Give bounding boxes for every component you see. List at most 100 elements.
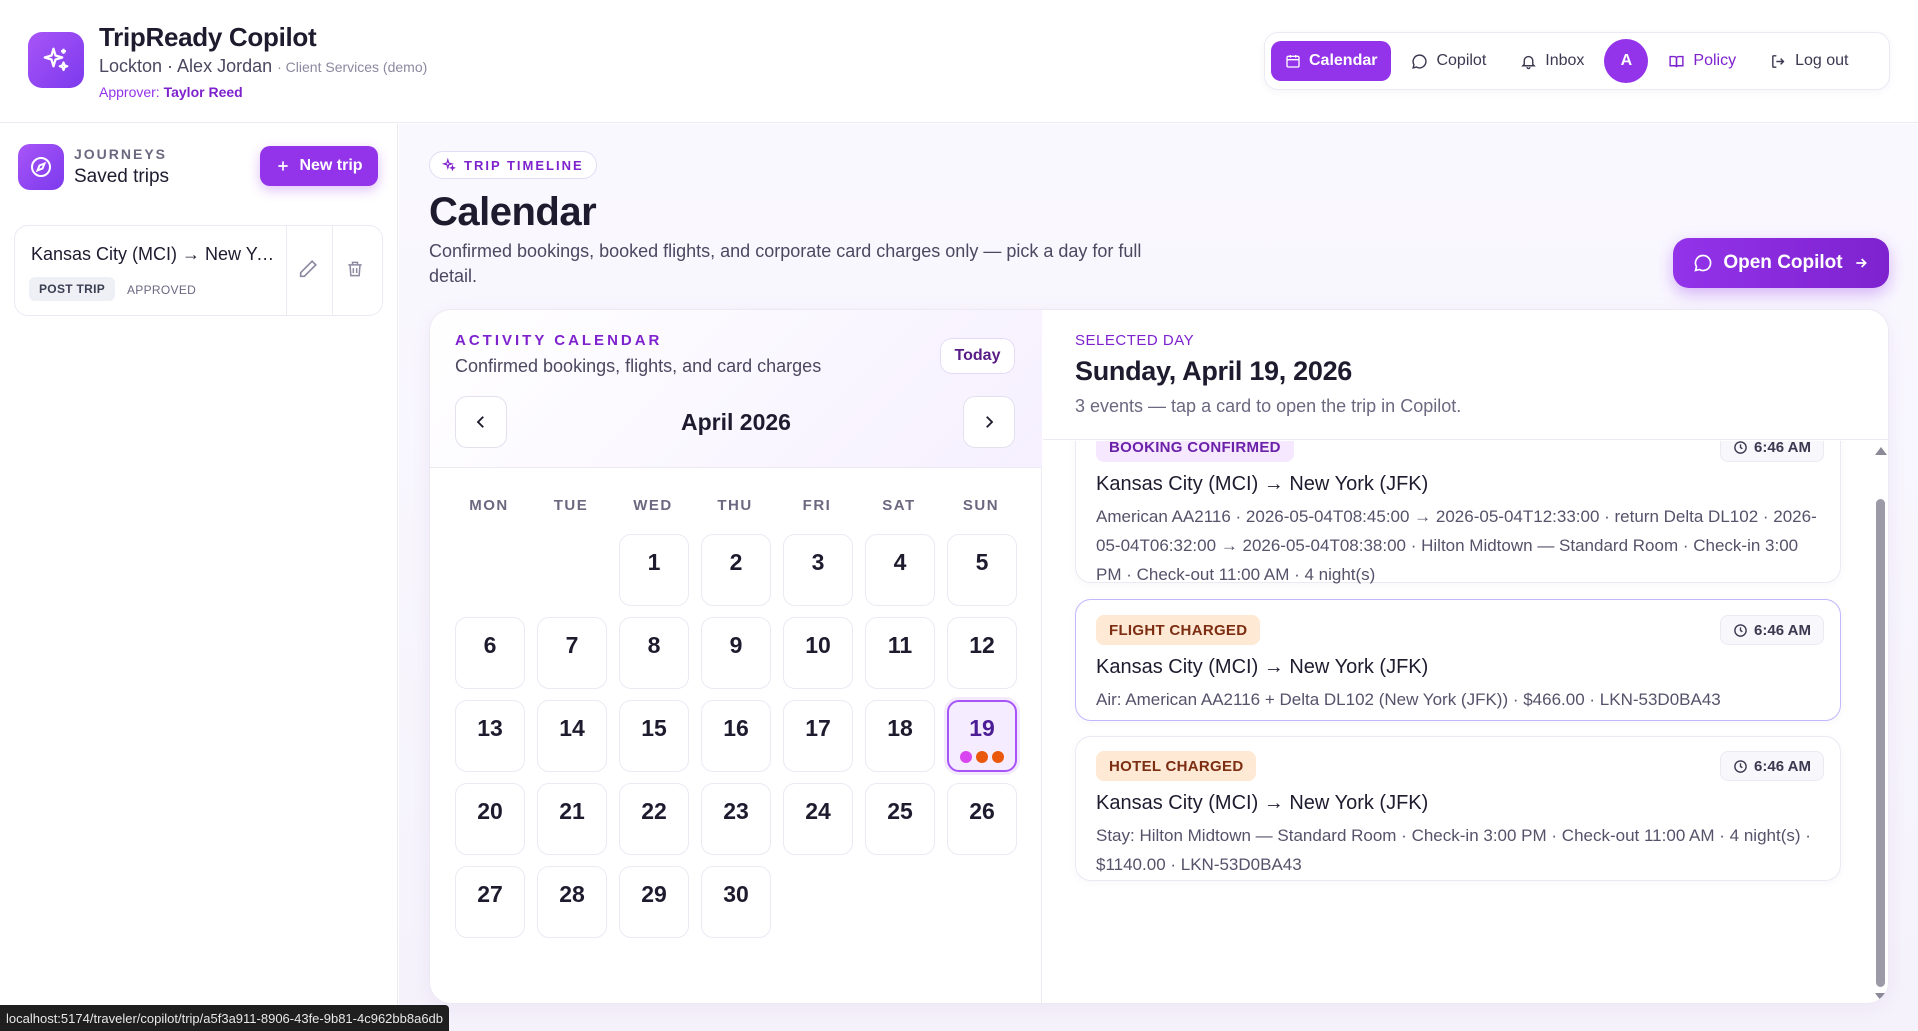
calendar-day[interactable]: 18 (865, 700, 935, 772)
clock-icon (1734, 441, 1747, 454)
calendar-day[interactable]: 26 (947, 783, 1017, 855)
nav-calendar[interactable]: Calendar (1271, 41, 1392, 81)
nav-policy[interactable]: Policy (1654, 41, 1750, 81)
edit-trip-button[interactable] (297, 258, 319, 285)
saved-trip-name: Kansas City (MCI) → New York (JFK) (31, 244, 281, 264)
app-header: TripReady Copilot Lockton · Alex Jordan … (0, 0, 1918, 123)
trip-timeline-label: TRIP TIMELINE (464, 157, 584, 173)
approver-label: Approver: (99, 84, 160, 100)
calendar-kicker: ACTIVITY CALENDAR (455, 332, 663, 349)
day-number: 29 (641, 881, 667, 907)
calendar-day[interactable]: 4 (865, 534, 935, 606)
page-title: Calendar (429, 190, 597, 234)
sparkles-icon (442, 158, 456, 172)
calendar-day[interactable]: 15 (619, 700, 689, 772)
calendar-day[interactable]: 1 (619, 534, 689, 606)
day-number: 22 (641, 798, 667, 824)
calendar-day[interactable]: 3 (783, 534, 853, 606)
today-button[interactable]: Today (940, 338, 1015, 374)
calendar-day[interactable]: 27 (455, 866, 525, 938)
event-list-scrollbar[interactable] (1869, 441, 1888, 1003)
calendar-day[interactable]: 28 (537, 866, 607, 938)
day-number: 23 (723, 798, 749, 824)
next-month-button[interactable] (963, 396, 1015, 448)
calendar-day[interactable]: 17 (783, 700, 853, 772)
calendar-day[interactable]: 21 (537, 783, 607, 855)
saved-trip-card[interactable]: Kansas City (MCI) → New York (JFK) POST … (14, 225, 383, 316)
calendar-day[interactable]: 13 (455, 700, 525, 772)
day-number: 3 (811, 549, 825, 575)
scroll-thumb[interactable] (1876, 499, 1885, 987)
nav-inbox[interactable]: Inbox (1506, 41, 1598, 81)
approver-line: Approver: Taylor Reed (99, 84, 243, 100)
sparkles-icon (43, 47, 69, 72)
event-time-chip: 6:46 AM (1720, 615, 1824, 645)
calendar-day[interactable]: 16 (701, 700, 771, 772)
calendar-day[interactable]: 7 (537, 617, 607, 689)
new-trip-label: New trip (299, 157, 363, 174)
day-number: 9 (729, 632, 743, 658)
nav-logout-label: Log out (1795, 52, 1849, 69)
event-dot (960, 751, 972, 763)
event-dot (992, 751, 1004, 763)
event-badge: BOOKING CONFIRMED (1096, 441, 1294, 462)
event-card[interactable]: BOOKING CONFIRMED 6:46 AM Kansas City (M… (1075, 441, 1841, 584)
calendar-day[interactable]: 11 (865, 617, 935, 689)
calendar-day[interactable]: 2 (701, 534, 771, 606)
calendar-day[interactable]: 8 (619, 617, 689, 689)
day-number: 20 (477, 798, 503, 824)
calendar-day[interactable]: 20 (455, 783, 525, 855)
event-time: 6:46 AM (1754, 621, 1811, 639)
calendar-day[interactable]: 9 (701, 617, 771, 689)
day-number: 5 (975, 549, 989, 575)
calendar-day-selected[interactable]: 19 (947, 700, 1017, 772)
event-description: American AA2116 · 2026-05-04T08:45:00 → … (1096, 507, 1817, 584)
day-number: 21 (559, 798, 585, 824)
nav-copilot[interactable]: Copilot (1397, 41, 1500, 81)
calendar-day[interactable]: 10 (783, 617, 853, 689)
day-number: 7 (565, 632, 579, 658)
event-card[interactable]: HOTEL CHARGED 6:46 AM Kansas City (MCI) … (1075, 736, 1841, 881)
day-number: 26 (969, 798, 995, 824)
day-number: 14 (559, 715, 585, 741)
calendar-day[interactable]: 24 (783, 783, 853, 855)
event-title: Kansas City (MCI) → New York (JFK) (1096, 473, 1429, 495)
approver-name: Taylor Reed (163, 84, 243, 100)
trip-status: APPROVED (127, 283, 197, 297)
calendar-day[interactable]: 5 (947, 534, 1017, 606)
user-avatar[interactable]: A (1604, 39, 1649, 83)
calendar-day[interactable]: 23 (701, 783, 771, 855)
compass-icon (31, 157, 51, 177)
trip-phase-badge: POST TRIP (29, 277, 116, 301)
calendar-day[interactable]: 25 (865, 783, 935, 855)
nav-policy-label: Policy (1693, 52, 1737, 69)
calendar-day[interactable]: 30 (701, 866, 771, 938)
calendar-day[interactable]: 6 (455, 617, 525, 689)
day-number: 1 (647, 549, 661, 575)
event-title: Kansas City (MCI) → New York (JFK) (1096, 792, 1429, 814)
calendar-day[interactable]: 29 (619, 866, 689, 938)
open-copilot-button[interactable]: Open Copilot (1673, 238, 1889, 288)
department: · Client Services (demo) (277, 59, 428, 75)
day-number: 17 (805, 715, 831, 741)
weekday-label: MON (469, 497, 509, 514)
calendar-day[interactable]: 22 (619, 783, 689, 855)
calendar-subtitle: Confirmed bookings, flights, and card ch… (455, 356, 822, 376)
day-number: 28 (559, 881, 585, 907)
scroll-up-arrow[interactable] (1875, 447, 1887, 455)
event-description: Stay: Hilton Midtown — Standard Room · C… (1096, 826, 1811, 874)
calendar-icon (1286, 55, 1300, 68)
new-trip-button[interactable]: New trip (260, 146, 378, 186)
day-number: 11 (887, 632, 913, 658)
day-number: 4 (893, 549, 907, 575)
calendar-day[interactable]: 12 (947, 617, 1017, 689)
event-time-chip: 6:46 AM (1720, 441, 1824, 462)
scroll-down-arrow[interactable] (1875, 993, 1887, 1001)
calendar-day[interactable]: 14 (537, 700, 607, 772)
chevron-right-icon (986, 416, 994, 428)
trip-timeline-pill: TRIP TIMELINE (429, 151, 597, 179)
delete-trip-button[interactable] (345, 258, 365, 285)
nav-logout[interactable]: Log out (1756, 41, 1862, 81)
event-card[interactable]: FLIGHT CHARGED 6:46 AM Kansas City (MCI)… (1075, 599, 1841, 721)
day-number: 10 (805, 632, 831, 658)
